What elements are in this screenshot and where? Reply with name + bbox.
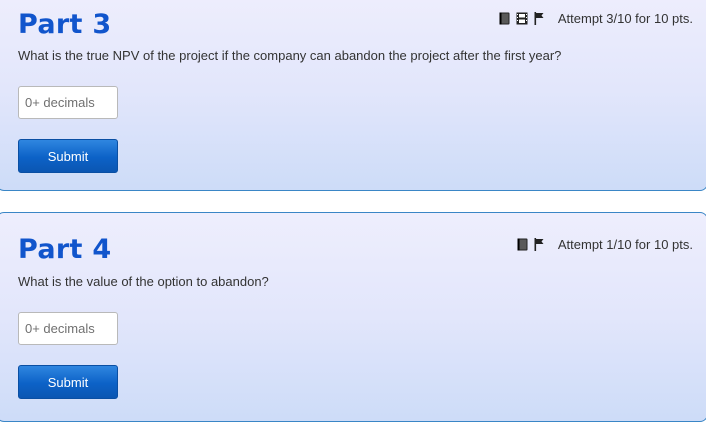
book-icon[interactable]: [517, 238, 528, 251]
flag-icon[interactable]: [534, 11, 544, 25]
book-icon[interactable]: [499, 12, 510, 25]
submit-button[interactable]: Submit: [18, 365, 118, 399]
answer-input[interactable]: [18, 86, 118, 119]
question-text: What is the true NPV of the project if t…: [18, 48, 562, 63]
answer-input[interactable]: [18, 312, 118, 345]
submit-button[interactable]: Submit: [18, 139, 118, 173]
question-panel-part-3: Part 3 Attempt 3/10 for 10 pts. What is …: [0, 0, 706, 191]
part-title: Part 4: [18, 234, 112, 265]
flag-icon[interactable]: [534, 237, 544, 251]
film-icon[interactable]: [516, 12, 528, 25]
question-panel-part-4: Part 4 Attempt 1/10 for 10 pts. What is …: [0, 212, 706, 422]
question-text: What is the value of the option to aband…: [18, 274, 269, 289]
question-meta: Attempt 3/10 for 10 pts.: [499, 10, 693, 26]
attempt-counter: Attempt 3/10 for 10 pts.: [557, 10, 693, 26]
question-meta: Attempt 1/10 for 10 pts.: [517, 236, 693, 252]
part-title: Part 3: [18, 9, 112, 40]
attempt-counter: Attempt 1/10 for 10 pts.: [557, 236, 693, 252]
